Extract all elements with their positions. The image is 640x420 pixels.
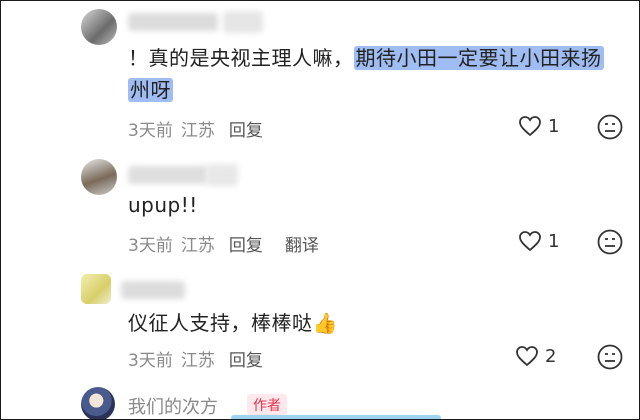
comment-location: 江苏 bbox=[180, 351, 215, 371]
comment-text-highlight: 州呀 bbox=[128, 78, 173, 102]
comment-meta: 3天前 江苏 回复 bbox=[128, 346, 271, 371]
comment-meta: 3天前 江苏 回复 bbox=[128, 116, 271, 141]
like-count: 1 bbox=[548, 230, 560, 252]
highlight-strip bbox=[231, 415, 441, 419]
heart-icon bbox=[519, 116, 541, 137]
reply-button[interactable]: 回复 bbox=[229, 351, 263, 371]
comment-time: 3天前 bbox=[128, 236, 173, 256]
blurred-username[interactable] bbox=[121, 281, 185, 299]
user-avatar[interactable] bbox=[81, 159, 117, 195]
comment-text-line2: 州呀 bbox=[128, 74, 173, 106]
thumbs-up-emoji-icon: 👍 bbox=[312, 311, 338, 335]
like-button[interactable]: 1 bbox=[518, 230, 559, 252]
translate-button[interactable]: 翻译 bbox=[285, 236, 319, 256]
comment-meta: 3天前 江苏 回复 翻译 bbox=[128, 231, 327, 256]
user-avatar[interactable] bbox=[81, 9, 117, 45]
like-count: 2 bbox=[545, 345, 557, 367]
blurred-username bbox=[223, 11, 263, 33]
comment-text-plain: 仪征人支持，棒棒哒 bbox=[128, 311, 313, 335]
author-badge: 作者 bbox=[247, 394, 287, 416]
like-button[interactable]: 1 bbox=[518, 115, 559, 137]
like-count: 1 bbox=[548, 115, 560, 137]
comment-time: 3天前 bbox=[128, 121, 173, 141]
comment-text-plain: ！真的是央视主理人嘛， bbox=[128, 46, 354, 70]
dislike-face-icon[interactable] bbox=[597, 114, 623, 140]
comment-list: ！真的是央视主理人嘛， 期待小田一定要让小田来扬 州呀 3天前 江苏 回复 1 upu… bbox=[0, 0, 640, 420]
blurred-username[interactable] bbox=[128, 13, 218, 31]
reply-button[interactable]: 回复 bbox=[229, 121, 263, 141]
comment-text: upup!! bbox=[128, 193, 198, 217]
comment-text: 仪征人支持，棒棒哒👍 bbox=[128, 307, 338, 339]
heart-icon bbox=[516, 346, 538, 367]
comment-location: 江苏 bbox=[180, 121, 215, 141]
user-avatar[interactable] bbox=[81, 274, 111, 304]
comment-time: 3天前 bbox=[128, 351, 173, 371]
comment-text-highlight: 期待小田一定要让小田来扬 bbox=[353, 46, 604, 70]
author-name[interactable]: 我们的次方 bbox=[128, 393, 218, 419]
comment-location: 江苏 bbox=[180, 236, 215, 256]
heart-icon bbox=[519, 231, 541, 252]
dislike-face-icon[interactable] bbox=[597, 344, 623, 370]
like-button[interactable]: 2 bbox=[515, 345, 556, 367]
dislike-face-icon[interactable] bbox=[597, 229, 623, 255]
blurred-username[interactable] bbox=[128, 166, 208, 184]
reply-button[interactable]: 回复 bbox=[229, 236, 263, 256]
author-avatar[interactable] bbox=[81, 387, 115, 419]
blurred-username bbox=[206, 164, 238, 186]
comment-text: ！真的是央视主理人嘛， 期待小田一定要让小田来扬 bbox=[128, 42, 604, 74]
